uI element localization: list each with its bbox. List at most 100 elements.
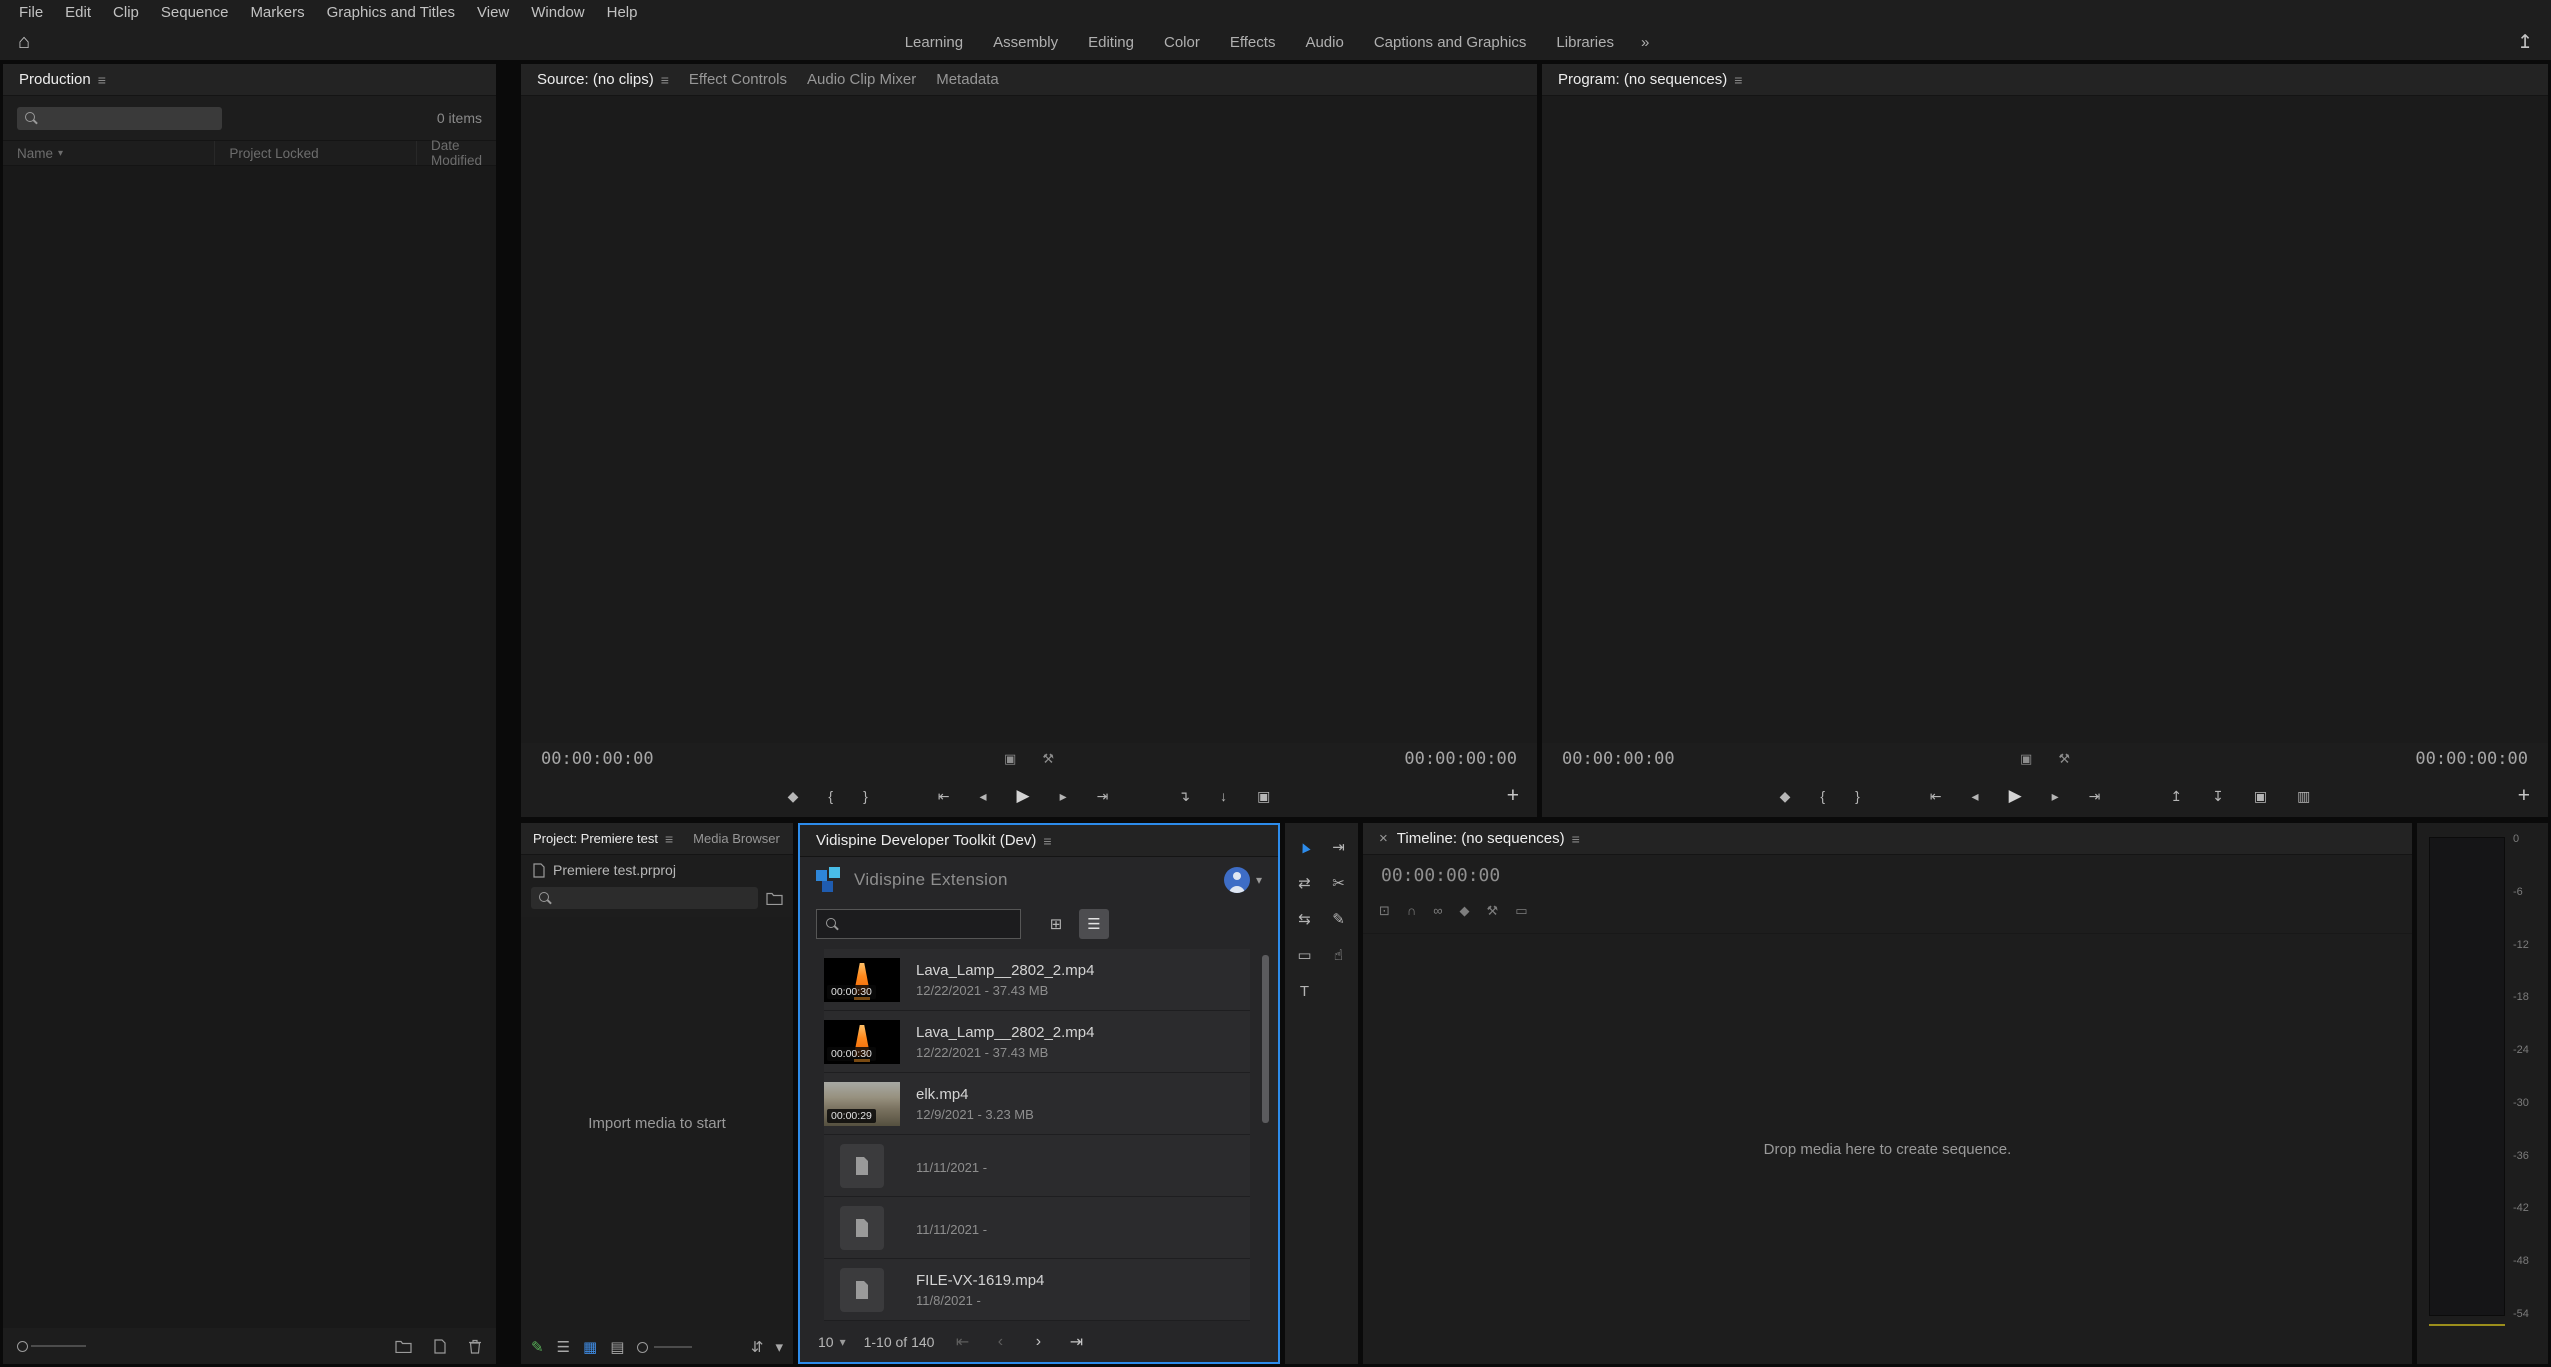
step-back-icon[interactable]: ◂ — [1972, 788, 1979, 805]
output-icon[interactable]: ▣ — [2020, 751, 2032, 767]
panel-menu-icon[interactable]: ≡ — [1734, 72, 1742, 88]
panel-menu-icon[interactable]: ≡ — [1572, 831, 1580, 847]
type-tool[interactable]: T — [1288, 977, 1322, 1005]
scrollbar-thumb[interactable] — [1262, 955, 1269, 1123]
insert-icon[interactable]: ↴ — [1178, 788, 1190, 805]
asset-row[interactable]: FILE-VX-1619.mp4 11/8/2021 - — [824, 1259, 1250, 1321]
asset-row[interactable]: 00:00:30 Lava_Lamp__2802_2.mp4 12/22/202… — [824, 1011, 1250, 1073]
output-icon[interactable]: ▣ — [1004, 751, 1016, 767]
workspace-tab-assembly[interactable]: Assembly — [978, 34, 1073, 51]
grid-view-icon[interactable]: ⊞ — [1041, 909, 1071, 939]
scrollbar[interactable] — [1262, 953, 1269, 1318]
button-editor-icon[interactable]: + — [2518, 784, 2530, 808]
project-file-row[interactable]: Premiere test.prproj — [521, 855, 793, 885]
next-page-button[interactable]: › — [1028, 1333, 1048, 1351]
ripple-edit-tool[interactable]: ⇄ — [1288, 869, 1322, 897]
mark-in-icon[interactable]: { — [1820, 788, 1825, 804]
settings-wrench-icon[interactable]: ⚒ — [2058, 751, 2070, 767]
program-current-timecode[interactable]: 00:00:00:00 — [1562, 749, 1675, 769]
project-search-input[interactable] — [559, 890, 750, 906]
add-marker-icon[interactable]: ◆ — [788, 788, 799, 805]
pen-tool[interactable]: ✎ — [1322, 905, 1356, 933]
menu-sequence[interactable]: Sequence — [150, 4, 240, 21]
nest-toggle-icon[interactable]: ⊡ — [1379, 903, 1390, 919]
project-search[interactable] — [531, 887, 758, 909]
settings-wrench-icon[interactable]: ⚒ — [1042, 751, 1054, 767]
new-bin-icon[interactable] — [395, 1339, 412, 1353]
timeline-drop-area[interactable]: Drop media here to create sequence. — [1363, 934, 2412, 1364]
search-bin-icon[interactable] — [766, 891, 783, 905]
workspace-tab-captions-graphics[interactable]: Captions and Graphics — [1359, 34, 1542, 51]
mark-in-icon[interactable]: { — [828, 788, 833, 804]
close-icon[interactable]: × — [1379, 830, 1388, 847]
rectangle-tool[interactable]: ▭ — [1288, 941, 1322, 969]
mark-out-icon[interactable]: } — [1855, 788, 1860, 804]
go-to-out-icon[interactable]: ⇥ — [1097, 788, 1109, 805]
step-back-icon[interactable]: ◂ — [980, 788, 987, 805]
workspace-tab-audio[interactable]: Audio — [1290, 34, 1358, 51]
tab-source[interactable]: Source: (no clips) ≡ — [527, 64, 679, 95]
delete-icon[interactable] — [468, 1339, 482, 1354]
asset-row[interactable]: 00:00:29 elk.mp4 12/9/2021 - 3.23 MB — [824, 1073, 1250, 1135]
thumbnail-zoom-slider[interactable] — [637, 1342, 692, 1353]
tab-metadata[interactable]: Metadata — [926, 64, 1009, 95]
play-icon[interactable]: ▶ — [1017, 786, 1030, 806]
snap-icon[interactable]: ∩ — [1407, 903, 1416, 919]
zoom-slider[interactable] — [17, 1341, 28, 1352]
account-caret-icon[interactable]: ▾ — [1256, 873, 1262, 887]
mark-out-icon[interactable]: } — [863, 788, 868, 804]
menu-clip[interactable]: Clip — [102, 4, 150, 21]
sort-icon[interactable]: ⇵ — [751, 1338, 764, 1356]
first-page-button[interactable]: ⇤ — [952, 1332, 972, 1352]
selection-tool[interactable]: ► — [1288, 833, 1322, 861]
timeline-settings-icon[interactable]: ⚒ — [1487, 903, 1499, 919]
source-current-timecode[interactable]: 00:00:00:00 — [541, 749, 654, 769]
project-writable-icon[interactable]: ✎ — [531, 1338, 544, 1356]
extract-icon[interactable]: ↧ — [2212, 788, 2224, 805]
workspace-tab-libraries[interactable]: Libraries — [1541, 34, 1629, 51]
menu-edit[interactable]: Edit — [54, 4, 102, 21]
freeform-view-icon[interactable]: ▤ — [610, 1338, 624, 1356]
button-editor-icon[interactable]: + — [1507, 784, 1519, 808]
asset-row[interactable]: 11/11/2021 - — [824, 1197, 1250, 1259]
go-to-in-icon[interactable]: ⇤ — [938, 788, 950, 805]
add-marker-icon[interactable]: ◆ — [1780, 788, 1791, 805]
menu-file[interactable]: File — [8, 4, 54, 21]
slip-tool[interactable]: ⇆ — [1288, 905, 1322, 933]
tab-production[interactable]: Production ≡ — [9, 64, 116, 95]
tab-overflow-icon[interactable]: » — [790, 831, 793, 846]
menu-markers[interactable]: Markers — [239, 4, 315, 21]
workspace-overflow-icon[interactable]: » — [1629, 34, 1661, 51]
go-to-in-icon[interactable]: ⇤ — [1930, 788, 1942, 805]
tab-timeline[interactable]: × Timeline: (no sequences) ≡ — [1369, 823, 1590, 854]
tab-program[interactable]: Program: (no sequences) ≡ — [1548, 64, 1752, 95]
project-empty-area[interactable]: Import media to start — [521, 917, 793, 1330]
column-project-locked[interactable]: Project Locked — [214, 141, 416, 165]
track-select-tool[interactable]: ⇥ — [1322, 833, 1356, 861]
step-forward-icon[interactable]: ▸ — [2052, 788, 2059, 805]
tab-project[interactable]: Project: Premiere test ≡ — [523, 823, 683, 854]
menu-window[interactable]: Window — [520, 4, 595, 21]
menu-view[interactable]: View — [466, 4, 520, 21]
add-marker-icon[interactable]: ◆ — [1460, 903, 1470, 919]
export-frame-icon[interactable]: ▣ — [2254, 788, 2267, 805]
play-icon[interactable]: ▶ — [2009, 786, 2022, 806]
menu-graphics-titles[interactable]: Graphics and Titles — [316, 4, 466, 21]
panel-menu-icon[interactable]: ≡ — [661, 72, 669, 88]
menu-help[interactable]: Help — [596, 4, 649, 21]
production-search[interactable] — [17, 107, 222, 130]
tab-media-browser[interactable]: Media Browser — [683, 823, 790, 854]
captions-icon[interactable]: ▭ — [1515, 903, 1527, 919]
comparison-view-icon[interactable]: ▥ — [2297, 788, 2310, 805]
icon-view-icon[interactable]: ▦ — [583, 1338, 597, 1356]
last-page-button[interactable]: ⇥ — [1066, 1332, 1086, 1352]
production-search-input[interactable] — [45, 110, 214, 126]
export-frame-icon[interactable]: ▣ — [1257, 788, 1270, 805]
workspace-tab-color[interactable]: Color — [1149, 34, 1215, 51]
asset-row[interactable]: 11/11/2021 - — [824, 1135, 1250, 1197]
lift-icon[interactable]: ↥ — [2170, 788, 2182, 805]
panel-menu-icon[interactable]: ≡ — [1043, 833, 1051, 849]
column-date-modified[interactable]: Date Modified — [416, 141, 496, 165]
column-name[interactable]: Name ▾ — [3, 141, 214, 165]
vidispine-search[interactable] — [816, 909, 1021, 939]
